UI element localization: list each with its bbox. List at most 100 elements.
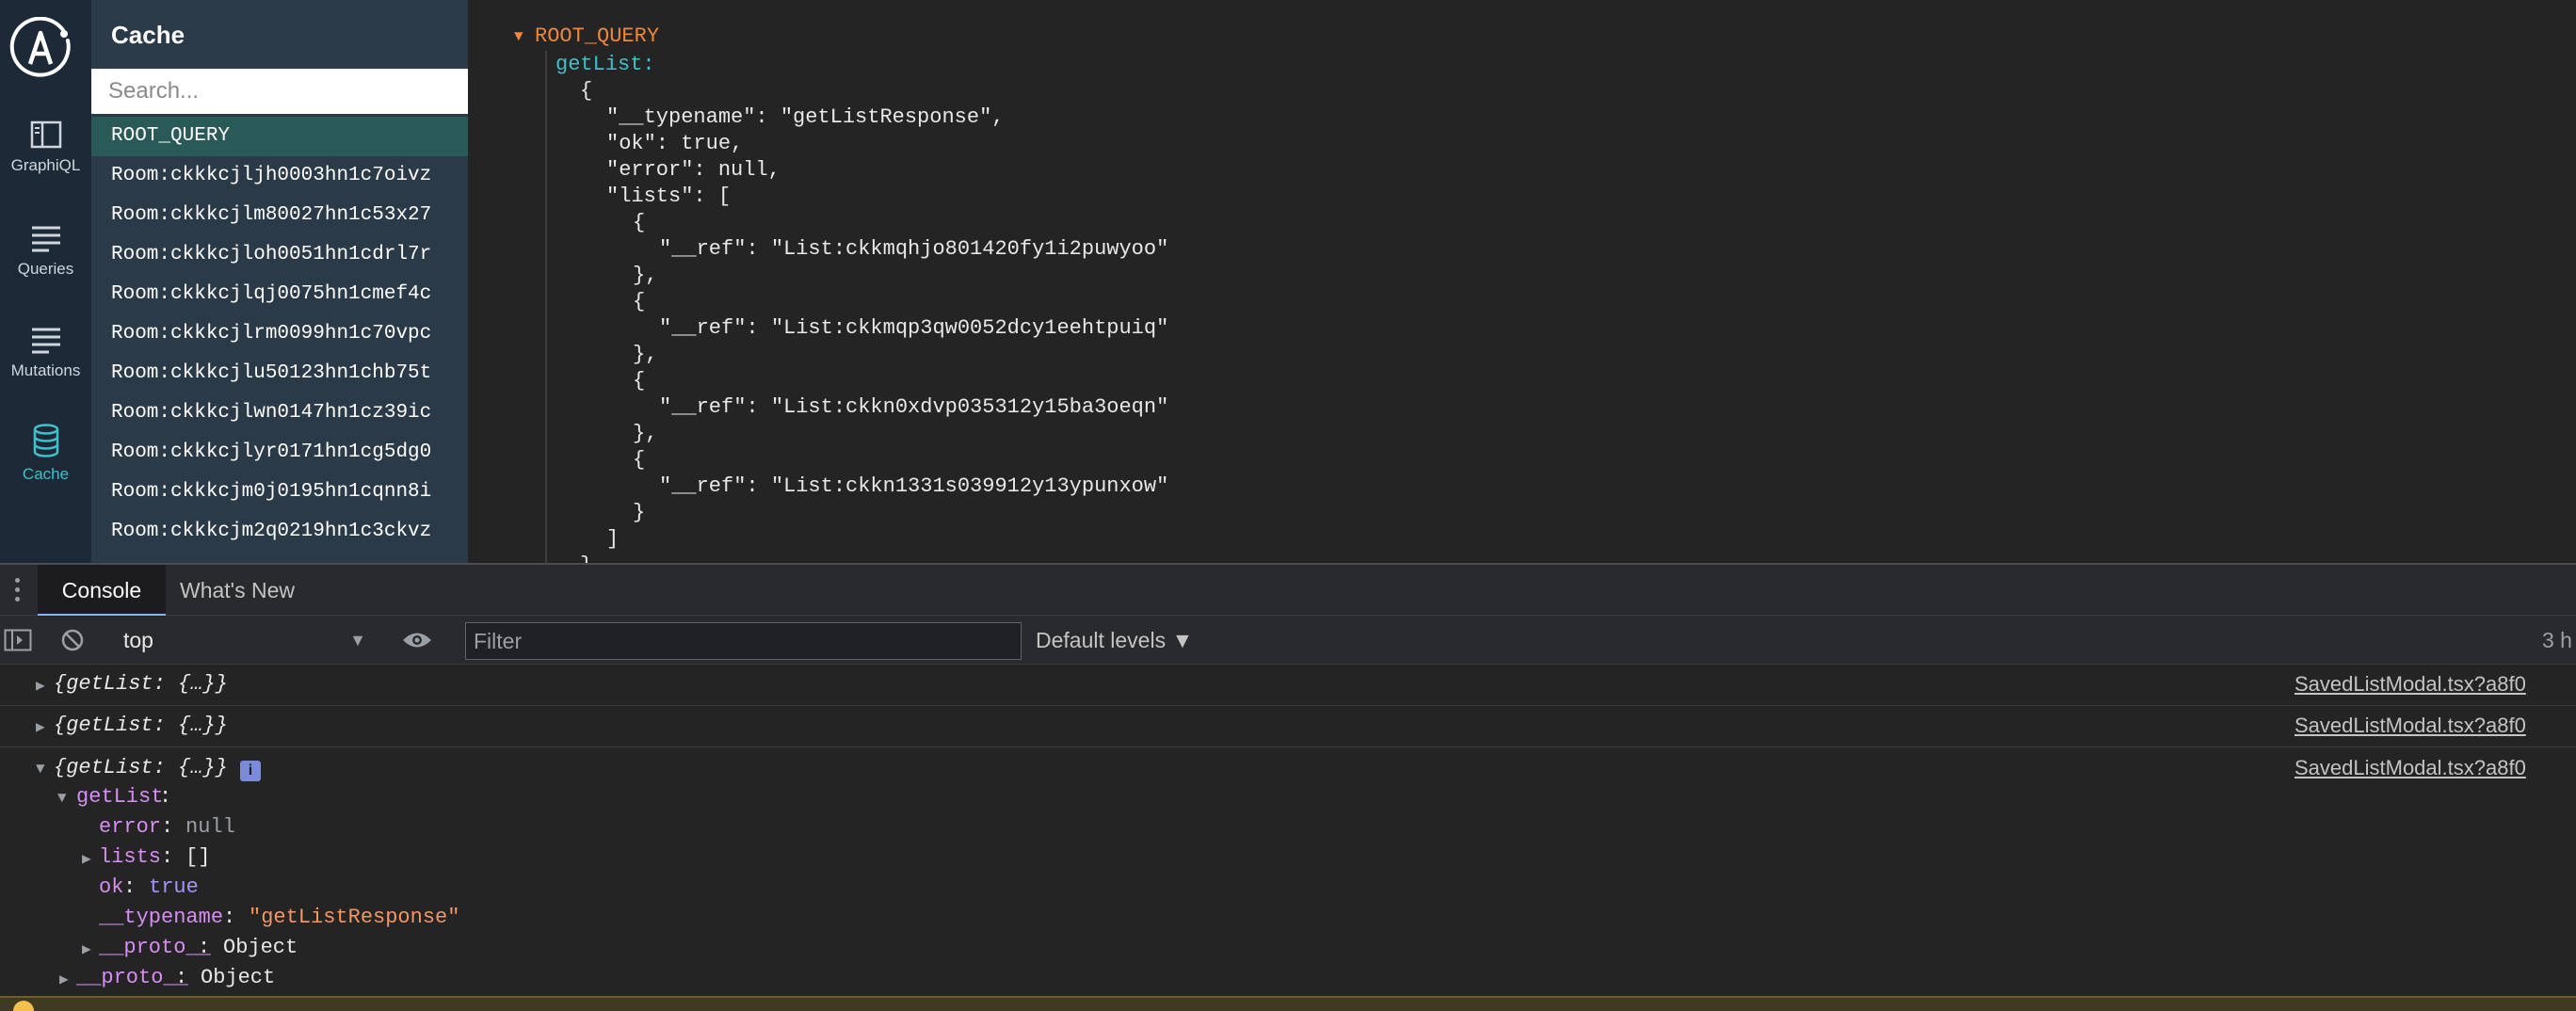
prop-ok-value: true xyxy=(149,875,199,899)
prop-typename-value: "getListResponse" xyxy=(249,906,460,929)
json-line: }, xyxy=(633,422,658,445)
prop-proto-value: Object xyxy=(223,936,298,959)
json-line: }, xyxy=(633,343,658,366)
cache-item[interactable]: Room:ckkkcjlu50123hn1chb75t xyxy=(91,354,468,393)
tree-guide-line xyxy=(545,51,547,563)
console-message[interactable]: ▶ {getList: {…}} SavedListModal.tsx?a8f0 xyxy=(0,706,2576,747)
prop-colon: : xyxy=(123,875,137,899)
database-icon xyxy=(33,424,58,457)
prop-colon: : xyxy=(198,936,211,959)
expand-arrow-icon[interactable]: ▶ xyxy=(59,970,69,988)
prop-colon: : xyxy=(161,815,174,839)
sidebar-toggle-icon[interactable] xyxy=(4,629,32,651)
tab-console[interactable]: Console xyxy=(38,565,166,617)
nav-item-label: Cache xyxy=(22,465,70,483)
prop-colon: : xyxy=(161,845,174,869)
cache-item[interactable]: Room:ckkkcjlqj0075hn1cmef4c xyxy=(91,275,468,314)
dropdown-arrow-icon: ▼ xyxy=(349,631,366,650)
prop-typename-key: __typename xyxy=(99,906,224,929)
json-line: } xyxy=(580,554,592,563)
prop-getlist[interactable]: getList xyxy=(76,785,163,809)
json-line: "error": null, xyxy=(606,158,781,182)
expand-arrow-icon[interactable]: ▶ xyxy=(36,676,45,695)
nav-item-mutations[interactable]: Mutations xyxy=(0,326,91,380)
json-line: { xyxy=(633,211,646,234)
expand-arrow-icon[interactable]: ▶ xyxy=(82,939,91,958)
prop-error-key: error xyxy=(99,815,162,839)
message-object[interactable]: {getList: {…}} xyxy=(54,714,228,737)
json-line: "ok": true, xyxy=(606,132,744,155)
prop-lists-key[interactable]: lists xyxy=(99,845,161,869)
prop-outer-proto-key[interactable]: __proto__ xyxy=(76,966,188,989)
cache-sidebar: Cache ROOT_QUERY Room:ckkkcjljh0003hn1c7… xyxy=(91,0,468,563)
context-select-value: top xyxy=(123,628,153,652)
root-query-label: ROOT_QUERY xyxy=(535,24,660,48)
collapse-arrow-icon[interactable]: ▼ xyxy=(36,761,45,778)
prop-proto-key[interactable]: __proto__ xyxy=(99,936,211,959)
prop-colon: : xyxy=(223,906,236,929)
json-line: ] xyxy=(606,527,620,551)
source-link[interactable]: SavedListModal.tsx?a8f0 xyxy=(2294,672,2526,697)
collapse-caret-icon[interactable]: ▼ xyxy=(514,28,523,45)
cache-item[interactable]: Room:ckkkcjloh0051hn1cdrl7r xyxy=(91,235,468,275)
prop-outer-proto-value: Object xyxy=(201,966,276,989)
more-options-icon[interactable] xyxy=(15,578,21,604)
json-line: "lists": [ xyxy=(606,185,732,208)
console-message-expanded[interactable]: ▼ {getList: {…}} i SavedListModal.tsx?a8… xyxy=(0,747,2576,994)
tab-whats-new[interactable]: What's New xyxy=(180,565,295,616)
nav-item-label: GraphiQL xyxy=(10,156,81,174)
json-line: { xyxy=(633,448,646,472)
getlist-key: getList: xyxy=(555,53,655,76)
cache-item[interactable]: Room:ckkkcjlyr0171hn1cg5dg0 xyxy=(91,433,468,473)
cache-search-input[interactable] xyxy=(91,69,468,114)
nav-item-label: Mutations xyxy=(10,361,81,379)
prop-error-value: null xyxy=(185,815,235,839)
nav-item-queries[interactable]: Queries xyxy=(0,224,91,279)
eye-icon[interactable] xyxy=(401,630,433,650)
expand-arrow-icon[interactable]: ▶ xyxy=(82,849,91,868)
prop-ok-key: ok xyxy=(99,875,124,899)
default-levels-dropdown[interactable]: Default levels ▼ xyxy=(1036,622,1193,658)
json-line: { xyxy=(633,290,646,313)
warning-icon xyxy=(13,1001,34,1011)
graphiql-icon xyxy=(30,120,61,149)
apollo-logo-icon[interactable] xyxy=(8,17,72,81)
cache-item-root-query[interactable]: ROOT_QUERY xyxy=(91,117,468,156)
cache-item[interactable]: Room:ckkkcjlm80027hn1c53x27 xyxy=(91,196,468,235)
console-filter-input[interactable] xyxy=(465,622,1022,660)
json-line: "__ref": "List:ckkn0xdvp035312y15ba3oeqn… xyxy=(659,395,1169,419)
console-drawer: Console What's New top ▼ Default levels … xyxy=(0,563,2576,1011)
cache-detail-view: ▼ ROOT_QUERY getList: { "__typename": "g… xyxy=(468,0,2576,563)
console-message[interactable]: ▶ {getList: {…}} SavedListModal.tsx?a8f0 xyxy=(0,665,2576,706)
hidden-messages-count: 3 h xyxy=(2542,628,2572,652)
message-object[interactable]: {getList: {…}} xyxy=(54,756,228,779)
clear-console-icon[interactable] xyxy=(60,628,85,652)
json-line: "__ref": "List:ckkmqhjo801420fy1i2puwyoo… xyxy=(659,237,1169,261)
info-icon[interactable]: i xyxy=(240,761,261,781)
source-link[interactable]: SavedListModal.tsx?a8f0 xyxy=(2294,714,2526,738)
cache-item[interactable]: Room:ckkkcjm0j0195hn1cqnn8i xyxy=(91,473,468,512)
cache-title: Cache xyxy=(111,21,185,49)
context-select[interactable]: top ▼ xyxy=(112,622,374,658)
nav-item-cache[interactable]: Cache xyxy=(0,424,91,484)
cache-item[interactable]: Room:ckkkcjm2q0219hn1c3ckvz xyxy=(91,512,468,552)
json-line: "__ref": "List:ckkmqp3qw0052dcy1eehtpuiq… xyxy=(659,316,1169,340)
nav-item-graphiql[interactable]: GraphiQL xyxy=(0,120,91,175)
collapse-arrow-icon[interactable]: ▼ xyxy=(57,790,67,807)
warning-message-row xyxy=(0,996,2576,1011)
source-link[interactable]: SavedListModal.tsx?a8f0 xyxy=(2294,756,2526,780)
queries-icon xyxy=(31,226,60,252)
devtools-nav: GraphiQL Queries Mutations Cache xyxy=(0,0,91,563)
cache-item[interactable]: Room:ckkkcjlwn0147hn1cz39ic xyxy=(91,393,468,433)
nav-item-label: Queries xyxy=(17,260,74,278)
expand-arrow-icon[interactable]: ▶ xyxy=(36,717,45,736)
console-toolbar: top ▼ Default levels ▼ 3 h xyxy=(0,616,2576,665)
json-line: { xyxy=(633,369,646,393)
apollo-devtools-panel: GraphiQL Queries Mutations Cache Cache S… xyxy=(0,0,2576,563)
message-object[interactable]: {getList: {…}} xyxy=(54,672,228,696)
prop-colon: : xyxy=(175,966,188,989)
json-line: { xyxy=(580,79,593,103)
cache-item[interactable]: Room:ckkkcjljh0003hn1c7oivz xyxy=(91,156,468,196)
cache-item[interactable]: Room:ckkkcjlrm0099hn1c70vpc xyxy=(91,314,468,354)
cache-list: ROOT_QUERY Room:ckkkcjljh0003hn1c7oivz R… xyxy=(91,117,468,552)
